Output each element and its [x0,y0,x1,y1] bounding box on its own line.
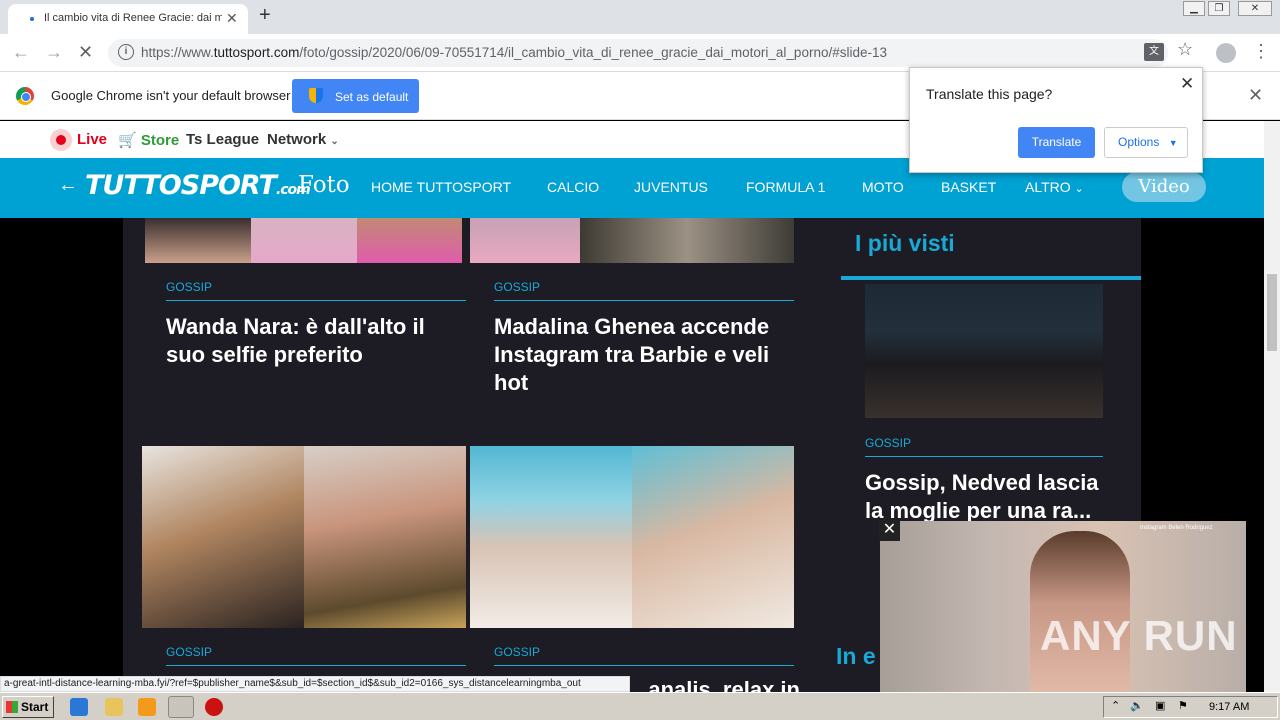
chevron-down-icon: ⌄ [330,136,339,147]
restore-icon[interactable]: ❐ [1208,1,1230,16]
start-button[interactable]: Start [2,696,54,718]
article-tag[interactable]: GOSSIP [166,280,212,294]
nav-basket[interactable]: BASKET [941,179,996,195]
divider [166,300,466,301]
store-link[interactable]: 🛒 Store [118,131,179,149]
translate-popup: Translate this page? ✕ Translate Options… [909,67,1203,173]
close-popup-icon[interactable]: ✕ [1180,74,1194,94]
page-scrollbar[interactable] [1264,121,1280,692]
nav-home[interactable]: HOME TUTTOSPORT [371,179,511,195]
article-image[interactable] [251,218,357,263]
article-tag[interactable]: GOSSIP [166,645,212,659]
volume-icon[interactable]: 🔈 [1130,699,1144,712]
folder-icon[interactable] [105,698,123,716]
chrome-taskbar-button[interactable] [168,696,194,718]
flag-icon[interactable]: ⚑ [1178,699,1188,712]
bookmark-star-icon[interactable]: ☆ [1177,39,1193,60]
tab-strip: Il cambio vita di Renee Gracie: dai m ✕ … [0,0,1280,34]
close-tab-icon[interactable]: ✕ [226,10,238,27]
shield-icon [309,88,323,103]
address-bar[interactable]: i https://www.tuttosport.com/foto/gossip… [108,39,1168,67]
article-tag[interactable]: GOSSIP [494,645,540,659]
tuttosport-logo[interactable]: TUTTOSPORT.com [85,170,311,201]
clock: 9:17 AM [1209,701,1250,713]
windows-taskbar: Start ⌃ 🔈 ▣ ⚑ 9:17 AM [0,692,1280,720]
ad-caption: Instagram Belen Rodriguez [1140,525,1213,531]
infobar-message: Google Chrome isn't your default browser [51,88,291,103]
back-arrow-icon[interactable]: ← [58,174,78,197]
close-window-icon[interactable]: ✕ [1238,1,1272,16]
minimize-icon[interactable]: ▁ [1183,1,1205,16]
opera-icon[interactable] [205,698,223,716]
network-icon[interactable]: ▣ [1155,699,1165,712]
dropdown-arrow-icon: ▼ [1168,138,1178,148]
close-ad-icon[interactable]: ✕ [879,520,900,541]
translate-button[interactable]: Translate [1018,127,1095,158]
article-image[interactable] [632,446,794,628]
article-image[interactable] [145,218,251,263]
divider [865,456,1103,457]
article-title[interactable]: Wanda Nara: è dall'alto il suo selfie pr… [166,313,466,369]
most-viewed-heading: I più visti [855,230,955,256]
new-tab-button[interactable]: + [259,4,271,27]
url-text: https://www.tuttosport.com/foto/gossip/2… [141,45,887,60]
translate-question: Translate this page? [926,86,1053,102]
record-icon [56,135,66,145]
nav-calcio[interactable]: CALCIO [547,179,599,195]
divider [494,300,794,301]
divider [166,665,466,666]
article-title[interactable]: Madalina Ghenea accende Instagram tra Ba… [494,313,794,397]
menu-dots-icon[interactable]: ⋮ [1252,41,1270,62]
tab-title: Il cambio vita di Renee Gracie: dai m [44,12,222,24]
site-info-icon[interactable]: i [118,44,134,60]
nav-juventus[interactable]: JUVENTUS [634,179,708,195]
network-dropdown[interactable]: Network ⌄ [267,131,339,148]
profile-avatar[interactable] [1216,43,1236,63]
windows-flag-icon [6,701,18,713]
sidebar-tag[interactable]: GOSSIP [865,436,911,450]
article-image[interactable] [304,446,466,628]
scrollbar-thumb[interactable] [1267,274,1277,351]
nav-formula1[interactable]: FORMULA 1 [746,179,825,195]
video-button[interactable]: Video [1122,172,1206,202]
divider [494,665,794,666]
nav-altro[interactable]: ALTRO ⌄ [1025,179,1084,195]
sidebar-image[interactable] [865,284,1103,418]
divider [841,276,1141,280]
section-title: Foto [298,172,350,198]
sidebar-next-heading: In e [836,643,876,669]
nav-moto[interactable]: MOTO [862,179,904,195]
media-player-icon[interactable] [138,698,156,716]
translate-icon[interactable]: 文 [1144,43,1164,61]
article-image[interactable] [142,446,304,628]
chrome-logo-icon [16,87,34,105]
article-image[interactable] [580,218,794,263]
article-title[interactable]: ...analis, relax in [630,676,800,692]
article-image[interactable] [357,218,462,263]
article-tag[interactable]: GOSSIP [494,280,540,294]
set-default-button[interactable]: Set as default [292,79,419,113]
forward-icon[interactable]: → [45,42,63,63]
status-url: a-great-intl-distance-learning-mba.fyi/?… [0,676,630,692]
article-image[interactable] [470,218,580,263]
stop-icon[interactable]: ✕ [78,42,93,63]
back-icon[interactable]: ← [12,42,30,63]
loading-dot-icon [30,17,34,21]
options-button[interactable]: Options ▼ [1104,127,1188,158]
video-ad[interactable]: Instagram Belen Rodriguez [880,521,1246,692]
ts-league-link[interactable]: Ts League [186,131,259,148]
anyrun-watermark: ANY RUN [1040,612,1238,659]
browser-tab[interactable]: Il cambio vita di Renee Gracie: dai m ✕ [8,4,248,34]
close-infobar-icon[interactable]: ✕ [1248,85,1263,106]
tray-expand-icon[interactable]: ⌃ [1111,699,1120,712]
ie-icon[interactable] [70,698,88,716]
chevron-down-icon: ⌄ [1074,183,1084,195]
article-image[interactable] [470,446,632,628]
